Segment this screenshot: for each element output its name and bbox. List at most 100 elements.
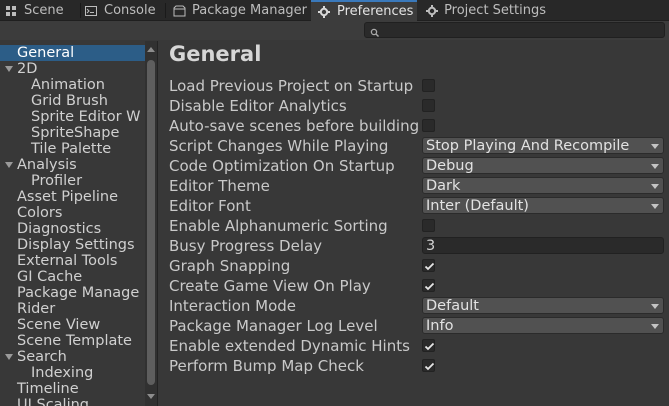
sidebar-item-label: External Tools	[17, 253, 118, 269]
gear-icon	[426, 4, 439, 18]
setting-dropdown[interactable]: Inter (Default)	[422, 197, 664, 214]
sidebar-item-label: SpriteShape	[31, 125, 120, 141]
setting-dropdown[interactable]: Info	[422, 317, 664, 334]
sidebar-item-label: General	[17, 45, 75, 61]
setting-label: Disable Editor Analytics	[169, 97, 347, 115]
tab-project-settings[interactable]: Project Settings	[426, 0, 546, 21]
setting-disable-editor-analytics: Disable Editor Analytics	[169, 96, 669, 116]
tab-label: Package Manager	[192, 3, 308, 18]
sidebar-item-label: Profiler	[31, 173, 83, 189]
setting-label: Editor Theme	[169, 177, 270, 195]
setting-checkbox[interactable]	[422, 99, 435, 112]
setting-checkbox[interactable]	[422, 339, 435, 352]
setting-label: Enable extended Dynamic Hints	[169, 337, 410, 355]
tab-label: Console	[104, 3, 156, 18]
setting-checkbox[interactable]	[422, 279, 435, 292]
sidebar-item-search[interactable]: Search	[0, 349, 145, 365]
sidebar-item-label: Asset Pipeline	[17, 189, 118, 205]
chevron-down-icon[interactable]	[4, 64, 14, 74]
sidebar-item-tile-palette[interactable]: Tile Palette	[0, 141, 145, 157]
checkmark-icon	[424, 282, 435, 291]
setting-busy-progress-delay: Busy Progress Delay 3	[169, 236, 669, 256]
chevron-down-icon[interactable]	[4, 352, 14, 362]
setting-dropdown[interactable]: Debug	[422, 157, 664, 174]
setting-editor-font: Editor Font Inter (Default)	[169, 196, 669, 216]
setting-dynamic-hints: Enable extended Dynamic Hints	[169, 336, 669, 356]
tab-preferences[interactable]: Preferences	[311, 0, 417, 21]
sidebar-item-external-tools[interactable]: External Tools	[0, 253, 145, 269]
setting-label: Graph Snapping	[169, 257, 291, 275]
dropdown-value: Dark	[426, 178, 461, 194]
setting-checkbox[interactable]	[422, 259, 435, 272]
scroll-up-icon[interactable]	[147, 47, 155, 52]
search-input[interactable]	[364, 22, 665, 38]
dropdown-value: Debug	[426, 158, 474, 174]
setting-package-manager-log-level: Package Manager Log Level Info	[169, 316, 669, 336]
setting-label: Auto-save scenes before building	[169, 117, 419, 135]
sidebar-item-label: GI Cache	[17, 269, 83, 285]
sidebar-item-spriteshape[interactable]: SpriteShape	[0, 125, 145, 141]
scrollbar-thumb[interactable]	[147, 60, 155, 385]
sidebar-item-display-settings[interactable]: Display Settings	[0, 237, 145, 253]
setting-checkbox[interactable]	[422, 359, 435, 372]
tab-console[interactable]: Console	[84, 0, 168, 21]
setting-label: Script Changes While Playing	[169, 137, 389, 155]
setting-label: Code Optimization On Startup	[169, 157, 395, 175]
chevron-down-icon	[651, 324, 659, 329]
preferences-content: General Load Previous Project on Startup…	[158, 41, 669, 406]
tab-package-manager[interactable]: Package Manager	[172, 0, 308, 21]
sidebar-item-scene-template[interactable]: Scene Template	[0, 333, 145, 349]
sidebar-item-colors[interactable]: Colors	[0, 205, 145, 221]
sidebar-item-profiler[interactable]: Profiler	[0, 173, 145, 189]
console-icon	[84, 4, 98, 18]
setting-checkbox[interactable]	[422, 219, 435, 232]
sidebar-item-grid-brush[interactable]: Grid Brush	[0, 93, 145, 109]
sidebar-item-label: Package Manage	[17, 285, 140, 301]
setting-script-changes-while-playing: Script Changes While Playing Stop Playin…	[169, 136, 669, 156]
setting-editor-theme: Editor Theme Dark	[169, 176, 669, 196]
sidebar-item-timeline[interactable]: Timeline	[0, 381, 145, 397]
setting-load-previous-project: Load Previous Project on Startup	[169, 76, 669, 96]
sidebar-item-indexing[interactable]: Indexing	[0, 365, 145, 381]
setting-label: Perform Bump Map Check	[169, 357, 364, 375]
sidebar-item-analysis[interactable]: Analysis	[0, 157, 145, 173]
sidebar-item-diagnostics[interactable]: Diagnostics	[0, 221, 145, 237]
sidebar-item-2d[interactable]: 2D	[0, 61, 145, 77]
checkmark-icon	[424, 362, 435, 371]
chevron-down-icon	[651, 204, 659, 209]
sidebar-item-rider[interactable]: Rider	[0, 301, 145, 317]
setting-label: Create Game View On Play	[169, 277, 371, 295]
setting-label: Load Previous Project on Startup	[169, 77, 414, 95]
sidebar-item-animation[interactable]: Animation	[0, 77, 145, 93]
sidebar-item-label: Display Settings	[17, 237, 135, 253]
checkmark-icon	[424, 262, 435, 271]
setting-label: Package Manager Log Level	[169, 317, 378, 335]
sidebar-item-sprite-editor[interactable]: Sprite Editor W	[0, 109, 145, 125]
setting-create-game-view: Create Game View On Play	[169, 276, 669, 296]
setting-checkbox[interactable]	[422, 79, 435, 92]
sidebar-item-label: 2D	[17, 61, 38, 77]
setting-bump-map-check: Perform Bump Map Check	[169, 356, 669, 376]
chevron-down-icon[interactable]	[4, 160, 14, 170]
grid-icon	[4, 4, 18, 18]
sidebar-item-label: Indexing	[31, 365, 94, 381]
setting-graph-snapping: Graph Snapping	[169, 256, 669, 276]
scroll-down-icon[interactable]	[147, 394, 155, 399]
sidebar-item-ui-scaling[interactable]: UI Scaling	[0, 397, 145, 406]
busy-delay-field[interactable]: 3	[422, 237, 664, 254]
sidebar-item-general[interactable]: General	[0, 45, 145, 61]
setting-dropdown[interactable]: Dark	[422, 177, 664, 194]
sidebar-item-scene-view[interactable]: Scene View	[0, 317, 145, 333]
sidebar-item-gi-cache[interactable]: GI Cache	[0, 269, 145, 285]
sidebar-scrollbar[interactable]	[145, 41, 157, 406]
sidebar-item-label: Search	[17, 349, 67, 365]
setting-dropdown[interactable]: Default	[422, 297, 664, 314]
setting-dropdown[interactable]: Stop Playing And Recompile	[422, 137, 664, 154]
sidebar-item-package-manager[interactable]: Package Manage	[0, 285, 145, 301]
sidebar-item-asset-pipeline[interactable]: Asset Pipeline	[0, 189, 145, 205]
package-icon	[172, 4, 186, 18]
setting-code-optimization: Code Optimization On Startup Debug	[169, 156, 669, 176]
setting-checkbox[interactable]	[422, 119, 435, 132]
sidebar-item-label: UI Scaling	[17, 397, 90, 406]
tab-scene[interactable]: Scene	[4, 0, 84, 21]
